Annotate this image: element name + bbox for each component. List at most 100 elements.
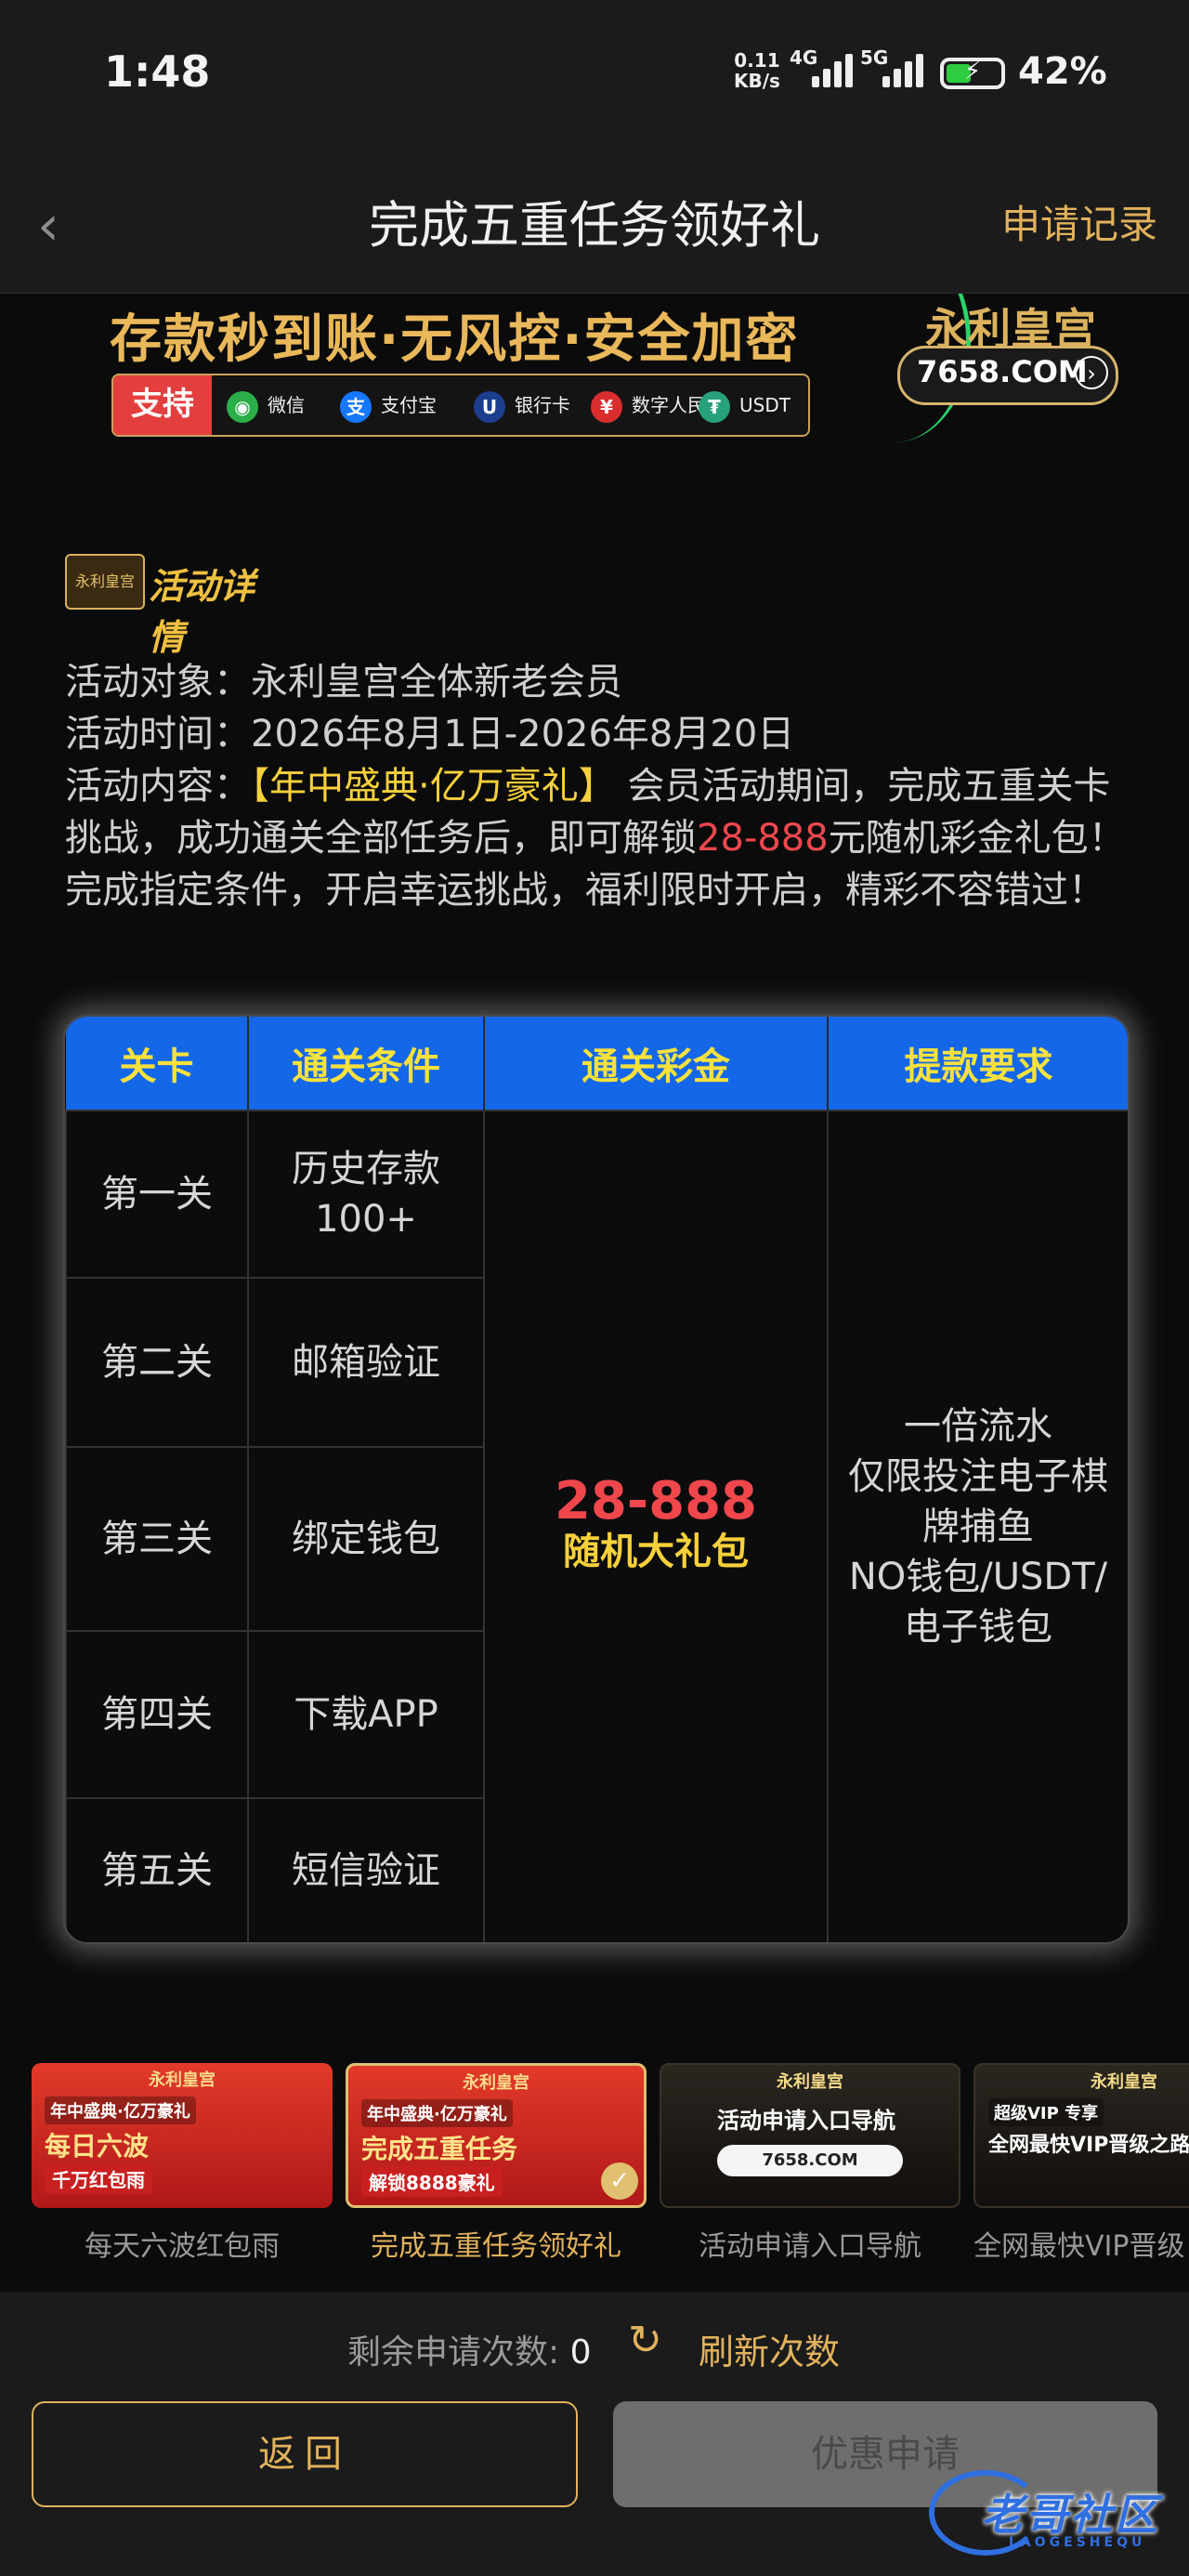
check-icon: ✓ (601, 2162, 638, 2200)
table-header: 通关彩金 (484, 1017, 829, 1111)
chevron-right-icon: › (1075, 356, 1108, 389)
table-header-row: 关卡 通关条件 通关彩金 提款要求 (66, 1017, 1128, 1111)
payment-label: USDT (739, 394, 790, 416)
wechat-icon: ◉ (227, 390, 258, 423)
prize-desc: 随机大礼包 (563, 1531, 749, 1573)
carousel-label: 完成五重任务领好礼 (371, 2230, 621, 2263)
condition-cell: 邮箱验证 (247, 1277, 485, 1448)
refresh-count-button[interactable]: 刷新次数 (699, 2323, 840, 2374)
thumb-line: 每日六波 (45, 2131, 150, 2162)
thumb-line: 年中盛典·亿万豪礼 (45, 2096, 196, 2124)
carousel-label: 活动申请入口导航 (699, 2230, 921, 2263)
brand-domain: 7658.COM (917, 354, 1088, 389)
thumb-line: 全网最快VIP晋级之路 (988, 2134, 1189, 2157)
section-title: 活动详情 (149, 566, 255, 658)
time-value: 2026年8月1日-2026年8月20日 (251, 713, 795, 756)
bottom-action-panel: 剩余申请次数: 0 ↻ 刷新次数 返回 优惠申请 (0, 2292, 1189, 2576)
carousel-card[interactable]: 永利皇宫 超级VIP 专享 全网最快VIP晋级之路 全网最快VIP晋级 (973, 2063, 1189, 2264)
content-amount: 28-888 (697, 817, 829, 860)
condition-cell: 绑定钱包 (247, 1446, 485, 1632)
payment-alipay: 支支付宝 (340, 388, 437, 423)
level-cell: 第三关 (65, 1446, 249, 1632)
thumb-brand: 永利皇宫 (463, 2073, 529, 2093)
thumb-brand: 永利皇宫 (777, 2072, 843, 2092)
status-bar: 1:48 0.11 KB/s 4G 5G ⚡ 42% (0, 0, 1189, 149)
battery-icon: ⚡ (940, 58, 1005, 89)
apply-promotion-button[interactable]: 优惠申请 (613, 2401, 1157, 2507)
ecny-icon: ¥ (591, 390, 622, 423)
condition-text: 历史存款100+ (292, 1148, 440, 1241)
table-header: 提款要求 (828, 1017, 1128, 1111)
task-table: 关卡 通关条件 通关彩金 提款要求 第一关 历史存款100+ 28-888 随机… (63, 1015, 1130, 1944)
activity-carousel[interactable]: 永利皇宫 年中盛典·亿万豪礼 每日六波 千万红包雨 每天六波红包雨 永利皇宫 年… (0, 2063, 1189, 2277)
payment-support-strip: 支持 ◉ 微信 支支付宝 U 银行卡 ¥ 数字人民币 ₮ USDT (111, 374, 810, 437)
target-value: 永利皇宫全体新老会员 (251, 661, 622, 703)
requirement-line: 牌捕鱼 (922, 1505, 1034, 1548)
prize-amount: 28-888 (554, 1471, 758, 1531)
battery-percent: 42% (1018, 50, 1107, 93)
payment-label: 银行卡 (515, 394, 570, 416)
carousel-thumbnail: 永利皇宫 活动申请入口导航 7658.COM (660, 2063, 960, 2208)
remaining-value: 0 (569, 2333, 592, 2372)
requirement-line: 电子钱包 (904, 1606, 1052, 1649)
requirement-line: 一倍流水 (904, 1405, 1052, 1448)
thumb-domain: 7658.COM (717, 2145, 903, 2176)
alipay-icon: 支 (340, 390, 372, 423)
activity-content: 活动内容：【年中盛典·亿万豪礼】 会员活动期间，完成五重关卡挑战，成功通关全部任… (65, 760, 1133, 916)
prize-cell: 28-888 随机大礼包 (483, 1110, 829, 1942)
banner-slogan: 存款秒到账·无风控·安全加密 (110, 309, 800, 370)
condition-cell: 短信验证 (247, 1797, 485, 1942)
thumb-brand: 永利皇宫 (149, 2070, 216, 2090)
level-cell: 第五关 (65, 1797, 249, 1942)
apply-record-link[interactable]: 申请记录 (1001, 193, 1157, 250)
activity-description: 活动对象：永利皇宫全体新老会员 活动时间：2026年8月1日-2026年8月20… (65, 656, 1133, 916)
carousel-card[interactable]: 永利皇宫 年中盛典·亿万豪礼 每日六波 千万红包雨 每天六波红包雨 (32, 2063, 333, 2264)
carousel-label: 全网最快VIP晋级 (973, 2230, 1185, 2263)
condition-cell: 历史存款100+ (247, 1110, 485, 1279)
thumb-line: 解锁8888豪礼 (361, 2166, 503, 2197)
promo-banner[interactable]: 存款秒到账·无风控·安全加密 支持 ◉ 微信 支支付宝 U 银行卡 ¥ 数字人民币 ₮… (0, 294, 1189, 452)
activity-target: 活动对象：永利皇宫全体新老会员 (65, 656, 1133, 708)
network-speed-unit: KB/s (734, 70, 780, 92)
signal-bars-icon (882, 50, 927, 87)
target-label: 活动对象： (65, 661, 251, 703)
carousel-thumbnail: 永利皇宫 年中盛典·亿万豪礼 每日六波 千万红包雨 (32, 2063, 333, 2208)
unionpay-icon: U (474, 390, 505, 423)
requirement-line: NO钱包/USDT/ (848, 1556, 1108, 1598)
activity-time: 活动时间：2026年8月1日-2026年8月20日 (65, 708, 1133, 760)
remaining-label: 剩余申请次数: (347, 2333, 560, 2372)
support-tag: 支持 (113, 375, 212, 435)
remaining-count: 剩余申请次数: 0 (347, 2325, 592, 2373)
payment-usdt: ₮ USDT (699, 388, 790, 423)
carousel-label: 每天六波红包雨 (85, 2230, 280, 2263)
network-speed: 0.11 KB/s (734, 50, 780, 91)
table-row: 第一关 历史存款100+ 28-888 随机大礼包 一倍流水 仅限投注电子棋 牌… (65, 1110, 1128, 1942)
payment-label: 微信 (268, 394, 305, 416)
condition-cell: 下载APP (247, 1630, 485, 1799)
level-cell: 第二关 (65, 1277, 249, 1448)
thumb-line: 超级VIP 专享 (988, 2098, 1104, 2126)
thumb-brand: 永利皇宫 (1091, 2072, 1157, 2092)
network-speed-value: 0.11 (734, 49, 780, 72)
back-button[interactable]: 返回 (32, 2401, 578, 2507)
payment-label: 支付宝 (381, 394, 437, 416)
requirement-line: 仅限投注电子棋 (848, 1455, 1108, 1498)
refresh-icon[interactable]: ↻ (628, 2320, 671, 2362)
page-header: ‹ 完成五重任务领好礼 申请记录 (0, 149, 1189, 294)
thumb-line: 活动申请入口导航 (717, 2108, 895, 2134)
carousel-card[interactable]: 永利皇宫 活动申请入口导航 7658.COM 活动申请入口导航 (660, 2063, 960, 2264)
signal-bars-icon (812, 50, 856, 87)
status-time: 1:48 (104, 46, 211, 97)
brand-logo: 永利皇宫 (65, 554, 145, 610)
thumb-line: 千万红包雨 (45, 2163, 152, 2194)
carousel-thumbnail: 永利皇宫 年中盛典·亿万豪礼 完成五重任务 解锁8888豪礼 ✓ (346, 2063, 647, 2208)
section-heading: 永利皇宫 活动详情 (65, 554, 284, 658)
brand-domain-button[interactable]: 7658.COM › (897, 346, 1118, 405)
payment-bankcard: U 银行卡 (474, 388, 570, 423)
table-header: 关卡 (66, 1017, 249, 1111)
carousel-card-active[interactable]: 永利皇宫 年中盛典·亿万豪礼 完成五重任务 解锁8888豪礼 ✓ 完成五重任务领… (346, 2063, 647, 2264)
level-cell: 第一关 (65, 1110, 249, 1279)
content-highlight: 【年中盛典·亿万豪礼】 (251, 765, 616, 808)
carousel-thumbnail: 永利皇宫 超级VIP 专享 全网最快VIP晋级之路 (973, 2063, 1189, 2208)
table-header: 通关条件 (248, 1017, 485, 1111)
